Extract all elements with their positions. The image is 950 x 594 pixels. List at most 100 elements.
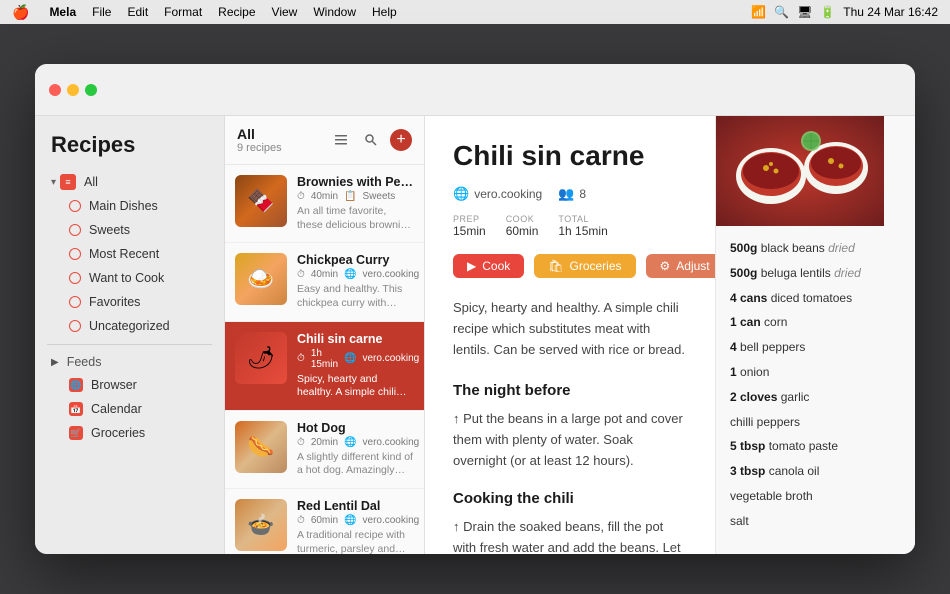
recipe-list-panel: All 9 recipes [225,116,425,554]
ingredient-item: 4 bell peppers [730,339,901,356]
ingredient-amount: 4 [730,340,737,354]
recipe-desc-hotdog: A slightly different kind of a hot dog. … [297,451,414,478]
menubar: 🍎 Mela File Edit Format Recipe View Wind… [0,0,950,24]
menu-format[interactable]: Format [164,5,202,19]
recipe-info-brownies: Brownies with Peanut Butter ⏱ 40min 📋 Sw… [297,175,414,232]
section1-body: ↑ Put the beans in a large pot and cover… [453,409,687,471]
wifi-icon: 📶 [751,5,766,19]
sidebar-item-most-recent[interactable]: Most Recent [41,242,218,266]
section2-body: ↑ Drain the soaked beans, fill the pot w… [453,517,687,554]
time-icon-brownies: ⏱ [297,191,305,202]
ingredient-amount: 500g [730,241,757,255]
search-recipes-button[interactable] [360,129,382,151]
apple-menu[interactable]: 🍎 [12,4,29,21]
cook-play-icon: ▶ [467,259,476,273]
ingredient-name: salt [730,514,749,528]
recipe-desc-brownies: An all time favorite, these delicious br… [297,205,414,232]
groceries-bag-icon: 🛍 [548,259,563,273]
ingredient-name: onion [740,365,769,379]
sidebar-item-browser[interactable]: 🌐 Browser [41,373,218,397]
recipe-meta-hotdog: ⏱ 20min 🌐 vero.cooking [297,437,414,448]
adjust-icon: ⚙ [660,259,671,273]
maximize-button[interactable] [85,84,97,96]
menu-view[interactable]: View [272,5,298,19]
ingredient-name: chilli peppers [730,415,800,429]
source-icon-lentil: 🌐 [344,515,356,526]
recipe-meta-lentil: ⏱ 60min 🌐 vero.cooking [297,515,414,526]
hero-image [716,116,884,226]
adjust-button[interactable]: ⚙ Adjust [646,254,716,278]
recipe-name-chili: Chili sin carne [297,332,414,346]
action-row: ▶ Cook 🛍 Groceries ⚙ Adjust [453,254,687,278]
sidebar-feeds[interactable]: ▶ Feeds [35,351,224,373]
menu-help[interactable]: Help [372,5,397,19]
servings-icon: 👥 [558,186,574,202]
recipe-item-lentil[interactable]: 🍲 Red Lentil Dal ⏱ 60min 🌐 vero.cooking … [225,489,424,554]
ingredient-item: 1 onion [730,364,901,381]
ingredients-panel: 500g black beans dried500g beluga lentil… [715,116,915,554]
ingredient-name: canola oil [769,464,820,478]
want-cook-icon [69,272,81,284]
recipe-name-hotdog: Hot Dog [297,421,414,435]
want-cook-label: Want to Cook [89,271,164,285]
display-icon: 🖥 [797,5,812,19]
toggle-sidebar-button[interactable] [330,129,352,151]
recipe-desc-lentil: A traditional recipe with turmeric, pars… [297,529,414,554]
recipe-items: 🍫 Brownies with Peanut Butter ⏱ 40min 📋 … [225,165,424,554]
sweets-label: Sweets [89,223,130,237]
menu-app[interactable]: Mela [49,5,76,19]
sidebar-item-sweets[interactable]: Sweets [41,218,218,242]
recipe-item-hotdog[interactable]: 🌭 Hot Dog ⏱ 20min 🌐 vero.cooking A sligh… [225,411,424,489]
recipe-list-title: All [237,126,282,142]
recipe-thumb-lentil: 🍲 [235,499,287,551]
ingredient-name: tomato paste [769,439,838,453]
menu-file[interactable]: File [92,5,111,19]
ingredient-name: corn [764,315,787,329]
total-time: TOTAL 1h 15min [558,214,607,238]
ingredient-note: dried [828,241,855,255]
recipe-thumb-chili: 🌶 [235,332,287,384]
section1-title: The night before [453,382,687,399]
uncategorized-label: Uncategorized [89,319,170,333]
sidebar-all[interactable]: ▾ ≡ All [35,170,224,194]
all-icon: ≡ [60,174,76,190]
ingredients-list: 500g black beans dried500g beluga lentil… [730,240,901,530]
sidebar-item-main-dishes[interactable]: Main Dishes [41,194,218,218]
most-recent-label: Most Recent [89,247,159,261]
groceries-button[interactable]: 🛍 Groceries [534,254,635,278]
close-button[interactable] [49,84,61,96]
sidebar-item-groceries[interactable]: 🛒 Groceries [41,421,218,445]
recipe-name-chickpea: Chickpea Curry [297,253,414,267]
ingredient-name: bell peppers [740,340,805,354]
recipe-item-chili[interactable]: 🌶 Chili sin carne ⏱ 1h 15min 🌐 vero.cook… [225,322,424,411]
sidebar-item-uncategorized[interactable]: Uncategorized [41,314,218,338]
recipe-desc-chili: Spicy, hearty and healthy. A simple chil… [297,373,414,400]
minimize-button[interactable] [67,84,79,96]
ingredient-item: 2 cloves garlic [730,389,901,406]
source-globe-icon: 🌐 [453,186,469,202]
detail-meta-row: 🌐 vero.cooking 👥 8 [453,186,687,202]
sidebar-item-calendar[interactable]: 📅 Calendar [41,397,218,421]
groceries-label: Groceries [91,426,145,440]
time-icon-chickpea: ⏱ [297,269,305,280]
sidebar-item-favorites[interactable]: Favorites [41,290,218,314]
cook-button[interactable]: ▶ Cook [453,254,524,278]
ingredient-amount: 4 cans [730,291,767,305]
prep-time: PREP 15min [453,214,486,238]
recipe-item-chickpea[interactable]: 🍛 Chickpea Curry ⏱ 40min 🌐 vero.cooking … [225,243,424,321]
ingredient-amount: 1 can [730,315,761,329]
sidebar-item-want-cook[interactable]: Want to Cook [41,266,218,290]
recipe-thumb-hotdog: 🌭 [235,421,287,473]
recipe-name-brownies: Brownies with Peanut Butter [297,175,414,189]
ingredient-name: garlic [781,390,810,404]
recipe-info-chili: Chili sin carne ⏱ 1h 15min 🌐 vero.cookin… [297,332,414,400]
recipe-item-brownies[interactable]: 🍫 Brownies with Peanut Butter ⏱ 40min 📋 … [225,165,424,243]
menu-window[interactable]: Window [313,5,356,19]
sidebar-title: Recipes [35,128,224,170]
menu-recipe[interactable]: Recipe [218,5,255,19]
menu-edit[interactable]: Edit [127,5,148,19]
app-window: Recipes ▾ ≡ All Main Dishes Sweets [35,64,915,554]
add-recipe-button[interactable]: + [390,129,412,151]
recipe-info-hotdog: Hot Dog ⏱ 20min 🌐 vero.cooking A slightl… [297,421,414,478]
source-icon-chickpea: 🌐 [344,269,356,280]
